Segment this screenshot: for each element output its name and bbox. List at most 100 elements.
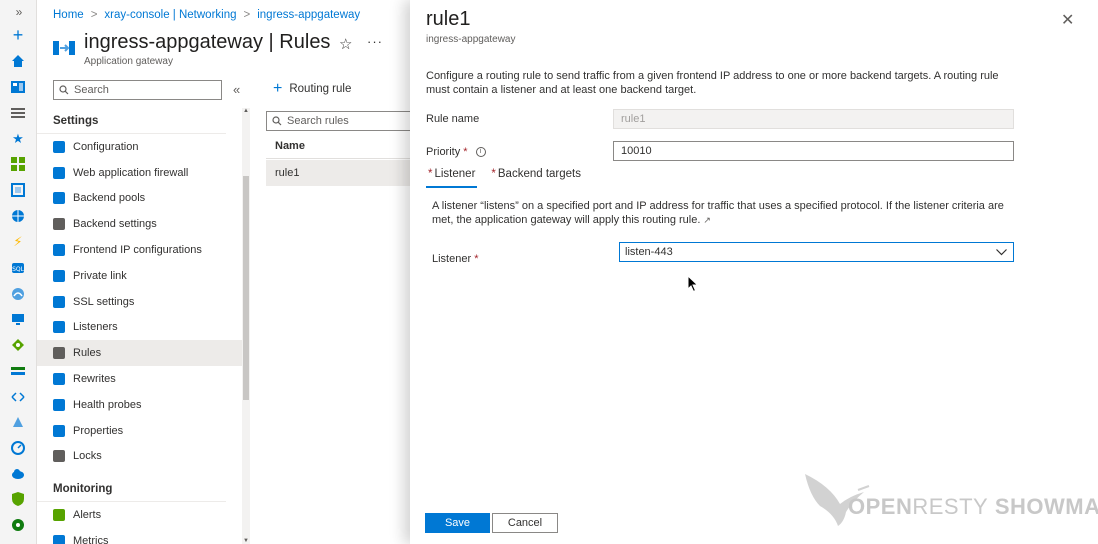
tab-backend-targets[interactable]: * Backend targets	[489, 166, 583, 188]
required-asterisk: *	[474, 253, 479, 265]
home-icon[interactable]	[10, 53, 26, 69]
shield-icon[interactable]	[10, 491, 26, 507]
menu-item-label: Backend settings	[73, 218, 157, 231]
menu-item-label: Metrics	[73, 535, 109, 544]
scroll-thumb[interactable]	[243, 176, 249, 400]
dashboard-icon[interactable]	[10, 79, 26, 95]
create-resource-icon[interactable]: +	[10, 26, 26, 44]
pane-title: rule1	[426, 8, 471, 30]
column-header-name[interactable]: Name	[275, 140, 305, 152]
listener-label: Listener *	[432, 253, 478, 265]
list-icon[interactable]	[10, 363, 26, 379]
menu-item-label: Backend pools	[73, 192, 146, 205]
menu-search-input[interactable]: Search	[53, 80, 222, 100]
mouse-pointer-icon	[687, 275, 699, 293]
globe-icon[interactable]	[10, 208, 26, 224]
listener-description-text: A listener “listens” on a specified port…	[432, 200, 1004, 226]
cloud-icon[interactable]	[10, 466, 26, 482]
breadcrumb-networking[interactable]: xray-console | Networking	[104, 9, 236, 21]
breadcrumb-appgateway[interactable]: ingress-appgateway	[257, 9, 360, 21]
favorite-star-icon[interactable]: ☆	[339, 35, 352, 53]
gauge-icon[interactable]	[10, 440, 26, 456]
all-services-icon[interactable]	[10, 105, 26, 121]
header-divider	[266, 158, 416, 159]
cancel-button[interactable]: Cancel	[492, 513, 558, 533]
menu-item-rules[interactable]: Rules	[37, 340, 242, 367]
external-link-icon[interactable]: ↗	[703, 215, 711, 225]
tab-label: Backend targets	[497, 168, 581, 180]
resource-group-icon[interactable]	[10, 182, 26, 198]
menu-item-label: SSL settings	[73, 295, 135, 308]
expand-menu-icon[interactable]: »	[11, 4, 27, 20]
settings-list-icon	[53, 218, 65, 231]
breadcrumb-home[interactable]: Home	[53, 9, 84, 21]
plus-icon: +	[273, 80, 283, 97]
tab-listener[interactable]: * Listener	[426, 166, 478, 188]
menu-item-label: Properties	[73, 424, 124, 437]
chevron-down-icon	[996, 248, 1007, 255]
close-icon[interactable]: ✕	[1061, 10, 1074, 30]
listener-label-text: Listener	[432, 253, 472, 265]
scroll-up-icon[interactable]: ▲	[243, 108, 249, 114]
menu-item-listeners[interactable]: Listeners	[37, 315, 242, 341]
lightning-icon[interactable]: ⚡	[10, 234, 26, 250]
network-icon[interactable]	[10, 286, 26, 302]
alerts-icon	[53, 509, 65, 522]
listener-dropdown[interactable]: listen-443	[619, 242, 1014, 262]
menu-item-configuration[interactable]: Configuration	[37, 134, 242, 160]
menu-scrollbar[interactable]: ▲ ▼	[242, 108, 250, 544]
menu-item-properties[interactable]: Properties	[37, 418, 242, 444]
menu-item-frontend-ip[interactable]: Frontend IP configurations	[37, 237, 242, 263]
search-icon	[59, 85, 69, 95]
breadcrumb-separator: >	[243, 9, 251, 21]
menu-item-health-probes[interactable]: Health probes	[37, 392, 242, 418]
watermark-showman: SHOWMAN	[994, 494, 1098, 519]
cloud-arrows-icon[interactable]	[10, 389, 26, 405]
add-routing-rule-label: Routing rule	[289, 83, 352, 95]
table-row[interactable]: rule1	[266, 160, 416, 186]
listener-description: A listener “listens” on a specified port…	[432, 199, 1012, 227]
menu-item-label: Private link	[73, 269, 127, 282]
save-button[interactable]: Save	[425, 513, 490, 533]
required-asterisk: *	[428, 168, 433, 180]
priority-label-text: Priority	[426, 146, 461, 158]
shape-icon[interactable]	[10, 414, 26, 430]
menu-group-settings: Settings	[37, 108, 226, 134]
menu-item-alerts[interactable]: Alerts	[37, 502, 242, 528]
collapse-menu-icon[interactable]: «	[233, 82, 240, 97]
grid-icon[interactable]	[10, 156, 26, 172]
menu-item-waf[interactable]: Web application firewall	[37, 160, 242, 186]
lock-icon	[53, 450, 65, 463]
advisor-icon[interactable]	[10, 517, 26, 533]
rules-search-input[interactable]: Search rules	[266, 111, 416, 131]
menu-item-private-link[interactable]: Private link	[37, 263, 242, 289]
tab-label: Listener	[434, 168, 476, 180]
rule-name-field: rule1	[613, 109, 1014, 129]
page-title: ingress-appgateway | Rules	[84, 31, 331, 53]
watermark-text: OPENRESTY SHOWMAN	[848, 494, 1098, 520]
menu-item-locks[interactable]: Locks	[37, 444, 242, 470]
menu-item-metrics[interactable]: Metrics	[37, 528, 242, 544]
menu-item-rewrites[interactable]: Rewrites	[37, 366, 242, 392]
menu-item-label: Configuration	[73, 140, 139, 153]
rule-name-cell: rule1	[275, 167, 300, 179]
openresty-showman-watermark: OPENRESTY SHOWMAN	[800, 466, 1098, 528]
menu-item-backend-pools[interactable]: Backend pools	[37, 186, 242, 212]
menu-search-placeholder: Search	[74, 84, 109, 96]
diamond-icon[interactable]	[10, 337, 26, 353]
info-icon[interactable]: i	[475, 147, 486, 158]
required-asterisk: *	[491, 168, 496, 180]
rule-name-label-text: Rule name	[426, 113, 480, 125]
sql-icon[interactable]: SQL	[10, 260, 26, 276]
menu-item-ssl-settings[interactable]: SSL settings	[37, 289, 242, 315]
more-options-icon[interactable]: ···	[367, 34, 383, 49]
favorites-icon[interactable]: ★	[10, 131, 26, 147]
menu-item-label: Rules	[73, 347, 102, 360]
firewall-shield-icon	[53, 166, 65, 179]
monitor-icon[interactable]	[10, 311, 26, 327]
scroll-down-icon[interactable]: ▼	[243, 538, 249, 544]
menu-item-backend-settings[interactable]: Backend settings	[37, 211, 242, 237]
priority-field[interactable]: 10010	[613, 141, 1014, 161]
rule-tabs: * Listener * Backend targets	[426, 166, 583, 188]
add-routing-rule-button[interactable]: + Routing rule	[273, 80, 352, 97]
